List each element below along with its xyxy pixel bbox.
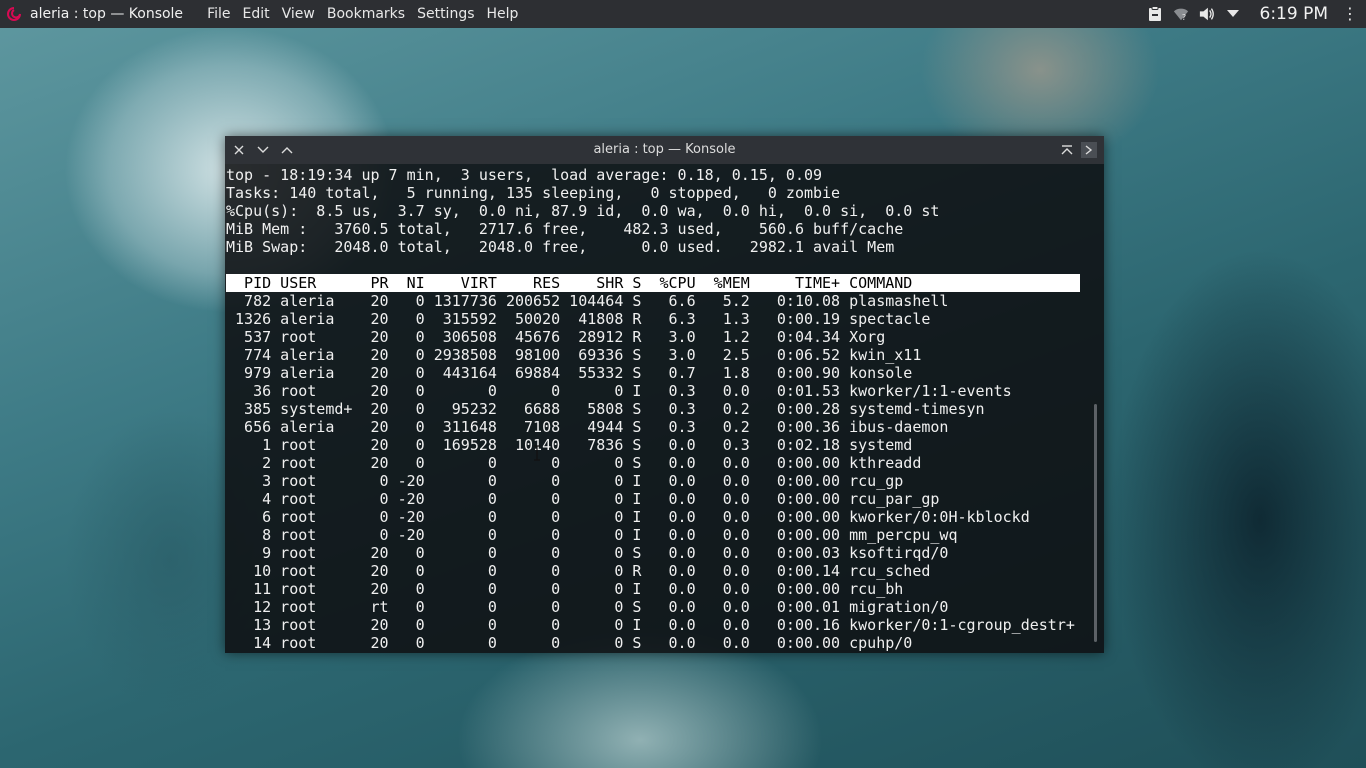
summary-cpu: %Cpu(s): 8.5 us, 3.7 sy, 0.0 ni, 87.9 id… [226,202,940,220]
process-row: 11 root 20 0 0 0 0 I 0.0 0.0 0:00.00 rcu… [226,580,904,598]
menu-edit[interactable]: Edit [237,6,276,22]
konsole-window: aleria : top — Konsole top - 18:19:34 up… [225,136,1104,653]
process-row: 4 root 0 -20 0 0 0 I 0.0 0.0 0:00.00 rcu… [226,490,940,508]
summary-uptime: top - 18:19:34 up 7 min, 3 users, load a… [226,166,823,184]
keep-above-icon[interactable] [1059,142,1075,158]
menu-icon[interactable] [1081,142,1097,158]
process-row: 774 aleria 20 0 2938508 98100 69336 S 3.… [226,346,922,364]
summary-mem: MiB Mem : 3760.5 total, 2717.6 free, 482… [226,220,904,238]
process-table-header: PID USER PR NI VIRT RES SHR S %CPU %MEM … [226,274,1080,292]
process-row: 10 root 20 0 0 0 0 R 0.0 0.0 0:00.14 rcu… [226,562,931,580]
process-row: 9 root 20 0 0 0 0 S 0.0 0.0 0:00.03 ksof… [226,544,949,562]
network-icon[interactable]: ? [1173,6,1189,22]
process-row: 1326 aleria 20 0 315592 50020 41808 R 6.… [226,310,931,328]
terminal-view[interactable]: top - 18:19:34 up 7 min, 3 users, load a… [226,164,1096,655]
panel-options-icon[interactable]: ⋮ [1342,6,1358,22]
top-panel: aleria : top — Konsole File Edit View Bo… [0,0,1366,28]
menu-view[interactable]: View [276,6,321,22]
menu-help[interactable]: Help [481,6,525,22]
process-row: 656 aleria 20 0 311648 7108 4944 S 0.3 0… [226,418,949,436]
process-row: 2 root 20 0 0 0 0 S 0.0 0.0 0:00.00 kthr… [226,454,922,472]
process-row: 36 root 20 0 0 0 0 I 0.3 0.0 0:01.53 kwo… [226,382,1012,400]
menu-file[interactable]: File [201,6,236,22]
summary-tasks: Tasks: 140 total, 5 running, 135 sleepin… [226,184,841,202]
process-row: 13 root 20 0 0 0 0 I 0.0 0.0 0:00.16 kwo… [226,616,1075,634]
active-window-title: aleria : top — Konsole [30,6,184,22]
process-row: 979 aleria 20 0 443164 69884 55332 S 0.7… [226,364,913,382]
volume-icon[interactable] [1199,6,1215,22]
window-titlebar[interactable]: aleria : top — Konsole [225,136,1104,164]
menu-bookmarks[interactable]: Bookmarks [321,6,411,22]
process-row: 12 root rt 0 0 0 0 S 0.0 0.0 0:00.01 mig… [226,598,949,616]
terminal-scrollbar[interactable] [1094,404,1097,642]
process-row: 385 systemd+ 20 0 95232 6688 5808 S 0.3 … [226,400,985,418]
window-title: aleria : top — Konsole [593,142,736,157]
menu-settings[interactable]: Settings [411,6,480,22]
clipboard-icon[interactable] [1147,6,1163,22]
process-row: 14 root 20 0 0 0 0 S 0.0 0.0 0:00.00 cpu… [226,634,913,652]
process-row: 782 aleria 20 0 1317736 200652 104464 S … [226,292,949,310]
svg-text:?: ? [1181,13,1185,22]
clock[interactable]: 6:19 PM [1260,4,1329,24]
process-row: 1 root 20 0 169528 10140 7836 S 0.0 0.3 … [226,436,913,454]
debian-swirl-icon[interactable] [6,6,22,22]
process-row: 3 root 0 -20 0 0 0 I 0.0 0.0 0:00.00 rcu… [226,472,904,490]
system-tray: ? 6:19 PM ⋮ [1142,0,1366,28]
summary-swap: MiB Swap: 2048.0 total, 2048.0 free, 0.0… [226,238,895,256]
process-row: 8 root 0 -20 0 0 0 I 0.0 0.0 0:00.00 mm_… [226,526,958,544]
mouse-ibeam-icon [534,445,540,461]
process-row: 537 root 20 0 306508 45676 28912 R 3.0 1… [226,328,886,346]
process-row: 6 root 0 -20 0 0 0 I 0.0 0.0 0:00.00 kwo… [226,508,1030,526]
chevron-down-icon[interactable] [1225,6,1241,22]
process-table: 782 aleria 20 0 1317736 200652 104464 S … [226,292,1096,652]
